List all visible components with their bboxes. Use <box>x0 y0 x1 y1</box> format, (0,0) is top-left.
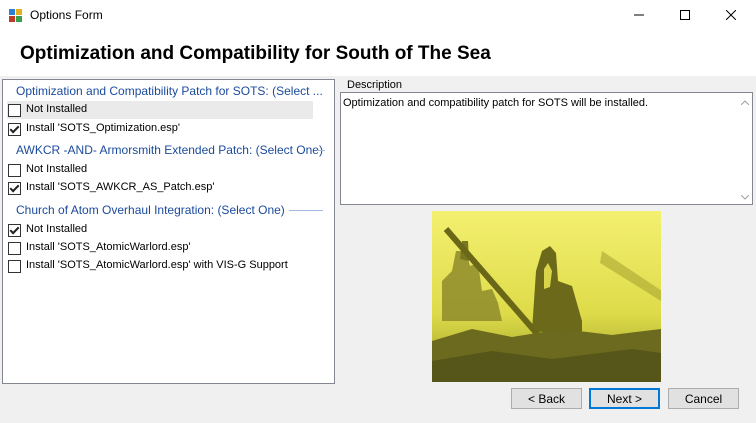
back-button[interactable]: < Back <box>511 388 582 409</box>
maximize-button[interactable] <box>662 0 708 31</box>
header-panel: Optimization and Compatibility for South… <box>0 31 756 76</box>
option-install-atomic-warlord[interactable]: Install 'SOTS_AtomicWarlord.esp' <box>7 239 313 257</box>
option-label: Install 'SOTS_AtomicWarlord.esp' <box>26 241 191 253</box>
minimize-button[interactable] <box>616 0 662 31</box>
group-title: AWKCR -AND- Armorsmith Extended Patch: (… <box>16 143 323 157</box>
option-label: Install 'SOTS_Optimization.esp' <box>26 122 180 134</box>
page-title: Optimization and Compatibility for South… <box>20 43 491 64</box>
window-title: Options Form <box>30 8 103 22</box>
checkbox[interactable] <box>8 242 21 255</box>
group-divider <box>289 210 323 211</box>
checkbox[interactable] <box>8 260 21 273</box>
description-label: Description <box>347 79 403 91</box>
checkbox[interactable] <box>8 123 21 136</box>
option-install-optimization[interactable]: Install 'SOTS_Optimization.esp' <box>7 120 313 138</box>
close-button[interactable] <box>708 0 754 31</box>
option-install-atomic-warlord-visg[interactable]: Install 'SOTS_AtomicWarlord.esp' with VI… <box>7 257 313 275</box>
option-label: Not Installed <box>26 223 88 235</box>
close-icon <box>725 9 737 23</box>
checkbox[interactable] <box>8 182 21 195</box>
checkbox[interactable] <box>8 224 21 237</box>
option-not-installed[interactable]: Not Installed <box>7 161 313 179</box>
option-label: Not Installed <box>26 103 88 115</box>
checkbox[interactable] <box>8 164 21 177</box>
cancel-button[interactable]: Cancel <box>668 388 739 409</box>
app-icon <box>8 8 24 24</box>
preview-image <box>432 211 661 382</box>
option-label: Install 'SOTS_AWKCR_AS_Patch.esp' <box>26 181 215 193</box>
minimize-icon <box>634 9 644 23</box>
group-divider <box>317 150 325 151</box>
option-install-awkcr[interactable]: Install 'SOTS_AWKCR_AS_Patch.esp' <box>7 179 313 197</box>
scroll-up-icon[interactable] <box>740 97 750 107</box>
checkbox[interactable] <box>8 104 21 117</box>
option-label: Not Installed <box>26 163 88 175</box>
maximize-icon <box>680 9 690 23</box>
next-button[interactable]: Next > <box>589 388 660 409</box>
option-label: Install 'SOTS_AtomicWarlord.esp' with VI… <box>26 259 288 271</box>
options-panel[interactable]: Optimization and Compatibility Patch for… <box>2 79 335 384</box>
option-not-installed[interactable]: Not Installed <box>7 221 313 239</box>
option-not-installed[interactable]: Not Installed <box>7 101 313 119</box>
group-title: Optimization and Compatibility Patch for… <box>16 84 323 98</box>
scroll-down-icon[interactable] <box>740 192 750 202</box>
group-title: Church of Atom Overhaul Integration: (Se… <box>16 203 285 217</box>
description-textbox[interactable]: Optimization and compatibility patch for… <box>340 92 753 205</box>
description-text: Optimization and compatibility patch for… <box>343 97 649 109</box>
title-bar: Options Form <box>0 0 756 31</box>
